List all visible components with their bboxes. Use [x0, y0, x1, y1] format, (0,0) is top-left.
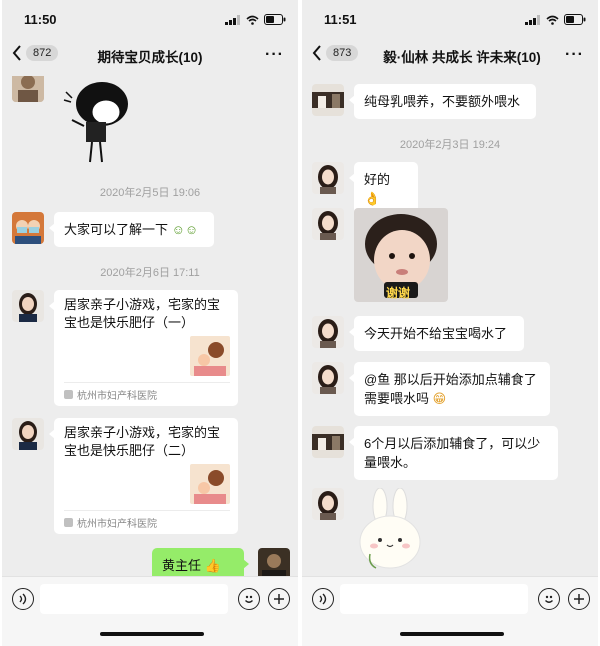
- input-bar: [302, 576, 598, 646]
- link-card-title: 居家亲子小游戏，宅家的宝宝也是快乐肥仔（二）: [64, 425, 221, 458]
- avatar[interactable]: [312, 84, 344, 116]
- chat-screen-left: 11:50 872 期待宝贝成长(10) ··· 2020年2月5日 19:06…: [2, 0, 298, 646]
- source-icon: [64, 518, 73, 527]
- home-indicator: [400, 632, 504, 636]
- voice-toggle-icon[interactable]: [12, 588, 34, 610]
- link-card-title: 居家亲子小游戏，宅家的宝宝也是快乐肥仔（一）: [64, 297, 221, 330]
- timestamp: 2020年2月6日 17:11: [100, 267, 200, 279]
- link-card-source: 杭州市妇产科医院: [64, 382, 230, 402]
- avatar[interactable]: [312, 488, 344, 520]
- message-bubble[interactable]: 6个月以后添加辅食了，可以少量喂水。: [349, 426, 558, 480]
- self-avatar[interactable]: [258, 548, 290, 576]
- cartoon-sticker[interactable]: [58, 78, 134, 168]
- avatar[interactable]: [12, 212, 44, 244]
- home-indicator: [100, 632, 204, 636]
- grin-emoji-icon: 😁: [429, 391, 447, 406]
- chat-title: 期待宝贝成长(10): [97, 50, 203, 65]
- status-bar: 11:51: [302, 0, 598, 36]
- avatar[interactable]: [312, 316, 344, 348]
- chat-navbar: 873 毅·仙林 共成长 许未来(10) ···: [302, 36, 598, 76]
- signal-icon: [525, 14, 540, 25]
- status-time: 11:50: [24, 12, 57, 27]
- message-text: @鱼 那以后开始添加点辅食了需要喂水吗: [364, 372, 537, 406]
- status-bar: 11:50: [2, 0, 298, 36]
- message-list[interactable]: 2020年2月5日 19:06 大家可以了解一下 ☺☺ 2020年2月6日 17…: [2, 76, 298, 576]
- link-card[interactable]: 居家亲子小游戏，宅家的宝宝也是快乐肥仔（一） 杭州市妇产科医院: [49, 290, 238, 406]
- link-card[interactable]: 居家亲子小游戏，宅家的宝宝也是快乐肥仔（二） 杭州市妇产科医院: [49, 418, 238, 534]
- message-text: 今天开始不给宝宝喝水了: [364, 326, 508, 341]
- source-label: 杭州市妇产科医院: [77, 391, 157, 402]
- message-text: 好的: [364, 172, 391, 187]
- link-card-thumbnail: [190, 336, 230, 376]
- bunny-sticker[interactable]: [354, 487, 424, 576]
- status-icons: [225, 14, 286, 25]
- timestamp: 2020年2月3日 19:24: [399, 139, 501, 151]
- emoji-icon: ☺☺: [168, 222, 199, 237]
- chat-navbar: 872 期待宝贝成长(10) ···: [2, 36, 298, 76]
- photo-sticker[interactable]: 谢谢: [354, 208, 448, 302]
- message-input[interactable]: [340, 584, 528, 614]
- message-text: 纯母乳喂养，不要额外喂水: [364, 94, 521, 109]
- status-time: 11:51: [324, 12, 357, 27]
- avatar[interactable]: [312, 426, 344, 458]
- status-icons: [525, 14, 586, 25]
- battery-icon: [264, 14, 286, 25]
- message-text: 大家可以了解一下: [64, 222, 169, 237]
- source-label: 杭州市妇产科医院: [77, 519, 157, 530]
- emoji-picker-icon[interactable]: [538, 588, 560, 610]
- battery-icon: [564, 14, 586, 25]
- more-button[interactable]: ···: [265, 46, 284, 64]
- ok-hand-icon: 👌: [364, 191, 381, 206]
- message-text: 黄主任: [162, 558, 202, 573]
- chat-screen-right: 11:51 873 毅·仙林 共成长 许未来(10) ··· 纯母乳喂养，不要额…: [302, 0, 598, 646]
- link-card-thumbnail: [190, 464, 230, 504]
- avatar[interactable]: [12, 290, 44, 322]
- voice-toggle-icon[interactable]: [312, 588, 334, 610]
- plus-icon[interactable]: [568, 588, 590, 610]
- message-list[interactable]: 纯母乳喂养，不要额外喂水 2020年2月3日 19:24 好的 👌 谢谢 今天开…: [302, 76, 598, 576]
- link-card-source: 杭州市妇产科医院: [64, 510, 230, 530]
- more-button[interactable]: ···: [565, 46, 584, 64]
- message-bubble[interactable]: 纯母乳喂养，不要额外喂水: [349, 84, 536, 119]
- plus-icon[interactable]: [268, 588, 290, 610]
- sticker-caption: 谢谢: [386, 286, 411, 300]
- message-bubble[interactable]: @鱼 那以后开始添加点辅食了需要喂水吗 😁: [349, 362, 550, 416]
- avatar[interactable]: [312, 362, 344, 394]
- source-icon: [64, 390, 73, 399]
- message-bubble[interactable]: 大家可以了解一下 ☺☺: [49, 212, 214, 247]
- thumbs-up-icon: 👍: [201, 558, 221, 573]
- avatar[interactable]: [12, 418, 44, 450]
- message-bubble[interactable]: 今天开始不给宝宝喝水了: [349, 316, 524, 351]
- avatar[interactable]: [312, 162, 344, 194]
- chat-title: 毅·仙林 共成长 许未来(10): [383, 50, 541, 65]
- avatar[interactable]: [12, 76, 44, 102]
- timestamp: 2020年2月5日 19:06: [99, 187, 201, 199]
- input-bar: [2, 576, 298, 646]
- wifi-icon: [246, 15, 259, 25]
- self-message-bubble[interactable]: 黄主任 👍: [152, 548, 249, 576]
- signal-icon: [225, 14, 240, 25]
- message-text: 6个月以后添加辅食了，可以少量喂水。: [364, 436, 541, 470]
- emoji-picker-icon[interactable]: [238, 588, 260, 610]
- wifi-icon: [546, 15, 559, 25]
- avatar[interactable]: [312, 208, 344, 240]
- screenshot-stage: 11:50 872 期待宝贝成长(10) ··· 2020年2月5日 19:06…: [0, 0, 600, 646]
- message-input[interactable]: [40, 584, 228, 614]
